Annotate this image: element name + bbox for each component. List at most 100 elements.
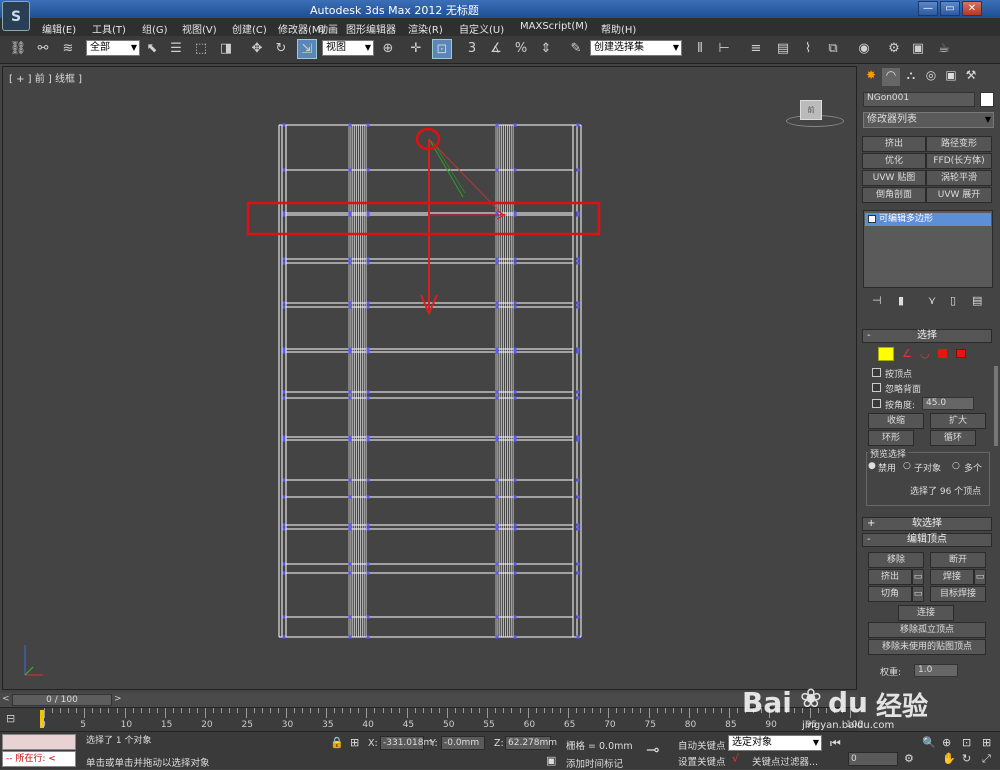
slider-prev-icon[interactable]: < [2, 694, 10, 706]
extrude-vertex-button[interactable]: 挤出 [868, 569, 912, 585]
menu-view[interactable]: 视图(V) [182, 21, 217, 36]
preview-multi-radio[interactable]: ○ [952, 461, 960, 471]
connect-button[interactable]: 连接 [898, 605, 954, 621]
menu-edit[interactable]: 编辑(E) [42, 21, 76, 36]
edit-vertices-rollout-header[interactable]: - 编辑顶点 [862, 533, 992, 547]
restore-button[interactable]: ▭ [940, 1, 960, 16]
maxscript-listener-mini[interactable] [2, 734, 76, 750]
select-by-name-icon[interactable]: ☰ [166, 39, 186, 59]
key-filters-button[interactable]: 关键点过滤器... [752, 754, 818, 768]
create-tab-icon[interactable]: ✸ [862, 68, 880, 86]
mirror-icon[interactable]: ⫴ [690, 39, 710, 59]
mod-ffd-box-button[interactable]: FFD(长方体) [926, 153, 992, 169]
absolute-mode-icon[interactable]: ⊞ [350, 736, 359, 749]
add-time-tag[interactable]: 添加时间标记 [566, 756, 623, 770]
break-button[interactable]: 断开 [930, 552, 986, 568]
zoom-extents-all-icon[interactable]: ⊞ [982, 736, 991, 749]
angle-value-field[interactable]: 45.0 [922, 397, 974, 410]
named-selection-dropdown[interactable]: 创建选择集 [590, 40, 682, 56]
hierarchy-tab-icon[interactable]: ⛬ [902, 68, 920, 86]
orbit-icon[interactable]: ↻ [962, 752, 971, 765]
zoom-icon[interactable]: 🔍 [922, 736, 936, 749]
preview-subobject-radio[interactable]: ○ [903, 461, 911, 471]
edge-mode-icon[interactable]: ∠ [902, 347, 912, 360]
menu-animation[interactable]: 动画 [318, 21, 338, 36]
modifier-list-dropdown[interactable]: 修改器列表 [863, 112, 994, 128]
zoom-all-icon[interactable]: ⊕ [942, 736, 951, 749]
stack-expand-icon[interactable] [868, 215, 876, 223]
display-tab-icon[interactable]: ▣ [942, 68, 960, 86]
preview-off-radio[interactable]: ● [868, 461, 876, 471]
zoom-extents-icon[interactable]: ⊡ [962, 736, 971, 749]
element-mode-icon[interactable] [956, 349, 966, 358]
select-and-manipulate-icon[interactable]: ✛ [406, 39, 426, 59]
select-object-icon[interactable]: ⬉ [142, 39, 162, 59]
goto-start-icon[interactable]: ⏮ [830, 736, 841, 751]
extrude-settings-icon[interactable]: ▭ [912, 569, 924, 585]
mod-turbosmooth-button[interactable]: 涡轮平滑 [926, 170, 992, 186]
mod-path-deform-button[interactable]: 路径变形 [926, 136, 992, 152]
frame-counter[interactable]: 0 / 100 [12, 694, 112, 706]
border-mode-icon[interactable]: ◡ [920, 347, 930, 360]
graphite-ribbon-icon[interactable]: ▤ [773, 39, 793, 59]
edit-named-selection-icon[interactable]: ✎ [566, 39, 586, 59]
lock-selection-icon[interactable]: 🔒 [330, 736, 344, 749]
soft-selection-rollout-header[interactable]: + 软选择 [862, 517, 992, 531]
menu-help[interactable]: 帮助(H) [601, 21, 636, 36]
mod-uvw-map-button[interactable]: UVW 贴图 [862, 170, 926, 186]
snaps-toggle-icon[interactable]: 3 [462, 39, 482, 59]
spinner-snap-icon[interactable]: ⇕ [536, 39, 556, 59]
panel-scrollbar[interactable] [994, 366, 998, 446]
app-logo-icon[interactable]: S [2, 1, 30, 31]
utilities-tab-icon[interactable]: ⚒ [962, 68, 980, 86]
menu-tools[interactable]: 工具(T) [92, 21, 126, 36]
menu-create[interactable]: 创建(C) [232, 21, 267, 36]
rect-selection-icon[interactable]: ⬚ [191, 39, 211, 59]
align-icon[interactable]: ⊢ [714, 39, 734, 59]
menu-rendering[interactable]: 渲染(R) [408, 21, 443, 36]
move-gizmo[interactable] [420, 138, 507, 316]
render-setup-icon[interactable]: ⚙ [884, 39, 904, 59]
remove-isolated-vertices-button[interactable]: 移除孤立顶点 [868, 622, 986, 638]
maximize-viewport-icon[interactable]: ⤢ [982, 752, 991, 766]
mod-optimize-button[interactable]: 优化 [862, 153, 926, 169]
y-coordinate-field[interactable]: -0.0mm [441, 736, 485, 750]
curve-editor-icon[interactable]: ⌇ [798, 39, 818, 59]
key-filter-icon[interactable]: √ [732, 752, 739, 765]
vertex-mode-icon[interactable] [878, 347, 894, 361]
rotate-icon[interactable]: ↻ [271, 39, 291, 59]
shrink-button[interactable]: 收缩 [868, 413, 924, 429]
grow-button[interactable]: 扩大 [930, 413, 986, 429]
material-editor-icon[interactable]: ◉ [854, 39, 874, 59]
layer-manager-icon[interactable]: ≡ [746, 39, 766, 59]
loop-button[interactable]: 循环 [930, 430, 976, 446]
x-coordinate-field[interactable]: -331.018m [380, 736, 432, 750]
minimize-button[interactable]: — [918, 1, 938, 16]
schematic-view-icon[interactable]: ⧉ [823, 39, 843, 59]
ring-button[interactable]: 环形 [868, 430, 914, 446]
percent-snap-icon[interactable]: % [511, 39, 531, 59]
pivot-center-icon[interactable]: ⊕ [378, 39, 398, 59]
unlink-icon[interactable]: ⚯ [33, 39, 53, 59]
move-icon[interactable]: ✥ [247, 39, 267, 59]
target-weld-button[interactable]: 目标焊接 [930, 586, 986, 602]
render-production-icon[interactable]: ☕ [934, 39, 954, 59]
configure-sets-icon[interactable]: ▤ [972, 294, 982, 307]
remove-modifier-icon[interactable]: ▯ [950, 294, 956, 307]
key-selection-set-dropdown[interactable]: 选定对象 [728, 735, 822, 751]
selection-rollout-header[interactable]: - 选择 [862, 329, 992, 343]
mini-curve-editor-icon[interactable]: ⊟ [6, 712, 22, 726]
viewport-scene[interactable] [3, 67, 856, 689]
remove-unused-map-verts-button[interactable]: 移除未使用的贴图顶点 [868, 639, 986, 655]
mod-bevel-profile-button[interactable]: 倒角剖面 [862, 187, 926, 203]
time-tag-icon[interactable]: ▣ [546, 754, 556, 767]
pin-stack-icon[interactable]: ⊣ [872, 294, 882, 307]
chamfer-settings-icon[interactable]: ▭ [912, 586, 924, 602]
front-viewport[interactable]: [ + ] 前 ] 线框 ] 前 [2, 66, 857, 690]
scale-icon[interactable]: ⇲ [297, 39, 317, 59]
stack-item-editable-poly[interactable]: 可编辑多边形 [865, 213, 991, 226]
ignore-backfacing-checkbox[interactable] [872, 383, 881, 392]
angle-snap-icon[interactable]: ∡ [486, 39, 506, 59]
selection-filter-dropdown[interactable]: 全部 [86, 40, 140, 56]
current-frame-field[interactable]: 0 [848, 752, 898, 766]
